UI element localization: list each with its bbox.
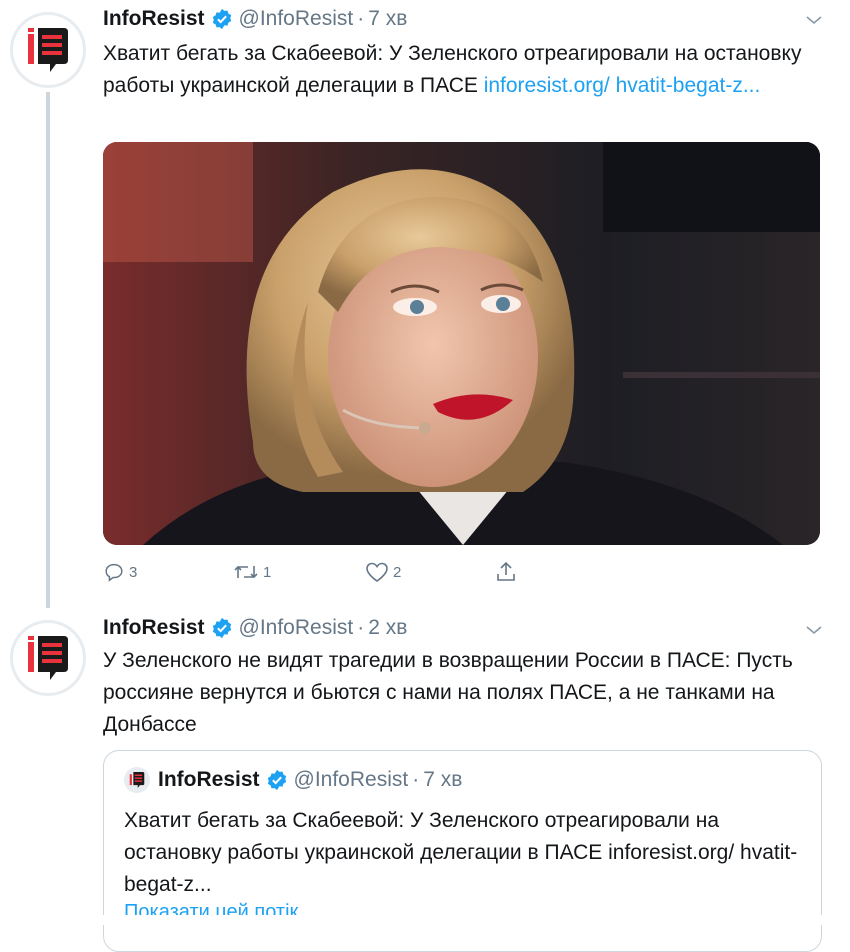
separator: · — [357, 7, 365, 30]
like-count: 2 — [393, 563, 402, 581]
quote-timestamp: 7 хв — [423, 768, 463, 791]
tweet-text: У Зеленского не видят трагедии в возвращ… — [103, 649, 793, 736]
logo-icon — [28, 28, 68, 72]
retweet-button[interactable]: 1 — [233, 561, 271, 583]
avatar[interactable] — [10, 620, 86, 696]
quote-header: InfoResist @InfoResist · 7 хв — [124, 767, 462, 793]
timestamp[interactable]: 7 хв — [368, 7, 407, 31]
chevron-down-icon[interactable] — [804, 620, 824, 640]
verified-icon — [266, 769, 288, 791]
separator: · — [357, 616, 365, 639]
tweet-header: InfoResist @InfoResist · 2 хв — [103, 613, 407, 643]
thread-line — [46, 92, 50, 608]
retweet-count: 1 — [263, 563, 272, 581]
author-handle[interactable]: @InfoResist — [239, 7, 354, 31]
tweet-link[interactable]: inforesist.org/ hvatit-begat-z... — [484, 74, 761, 97]
logo-icon — [28, 636, 68, 680]
author-name[interactable]: InfoResist — [103, 616, 205, 640]
share-icon — [497, 561, 515, 581]
retweet-icon — [234, 565, 258, 579]
separator: · — [412, 768, 420, 791]
chevron-down-icon[interactable] — [804, 10, 824, 30]
author-handle[interactable]: @InfoResist — [239, 616, 354, 640]
reply-icon — [105, 563, 123, 582]
reply-count: 3 — [129, 563, 138, 581]
author-name[interactable]: InfoResist — [103, 7, 205, 31]
tweet-image[interactable] — [103, 142, 820, 545]
like-button[interactable]: 2 — [365, 561, 401, 583]
avatar[interactable] — [10, 12, 86, 88]
quote-avatar — [124, 767, 150, 793]
timestamp[interactable]: 2 хв — [368, 616, 407, 640]
tweet-header: InfoResist @InfoResist · 7 хв — [103, 4, 407, 34]
logo-icon — [129, 772, 145, 788]
bottom-edge — [0, 915, 850, 925]
share-button[interactable] — [495, 561, 517, 583]
verified-icon — [211, 617, 233, 639]
quote-text: Хватит бегать за Скабеевой: У Зеленского… — [124, 809, 798, 896]
quote-author-name: InfoResist — [158, 768, 260, 791]
tweet-text: Хватит бегать за Скабеевой: У Зеленского… — [103, 38, 803, 102]
verified-icon — [211, 8, 233, 30]
like-icon — [366, 562, 388, 582]
quote-author-handle: @InfoResist — [293, 768, 409, 791]
reply-button[interactable]: 3 — [103, 561, 137, 583]
